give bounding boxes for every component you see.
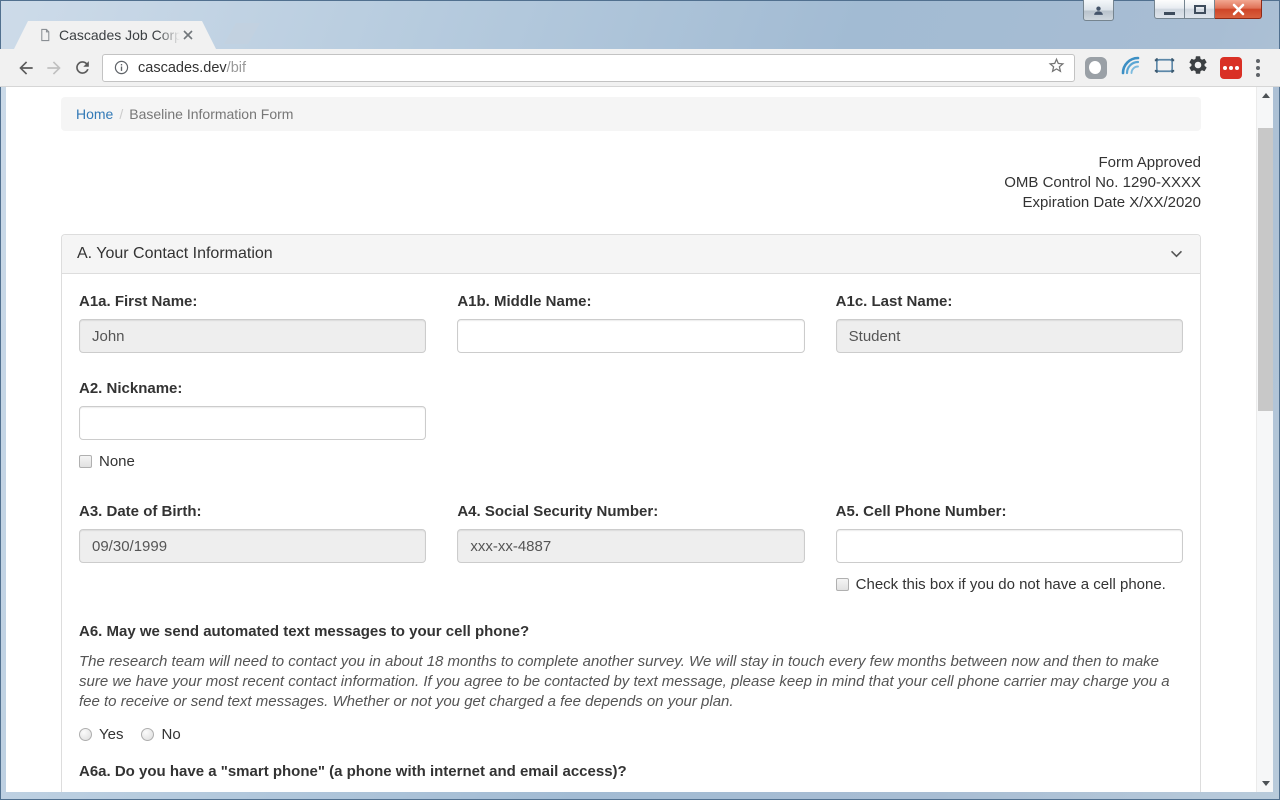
breadcrumb-separator: / — [119, 106, 124, 122]
a6-option-yes[interactable]: Yes — [79, 726, 123, 743]
panel-heading-contact-information[interactable]: A. Your Contact Information — [62, 235, 1200, 274]
radio-icon[interactable] — [141, 728, 155, 741]
scrollbar-down-arrow[interactable] — [1257, 775, 1273, 792]
ssn-input — [457, 529, 805, 563]
minimize-icon — [1164, 11, 1175, 15]
cell-phone-label: A5. Cell Phone Number: — [835, 503, 1007, 520]
dob-input — [79, 529, 427, 563]
name-fields-row: A1a. First Name: A1b. Middle Name: A1c. … — [79, 290, 1183, 353]
middle-name-input[interactable] — [457, 319, 805, 353]
person-icon — [1094, 5, 1103, 15]
contact-information-panel: A. Your Contact Information A1a. First N… — [61, 234, 1201, 792]
blue-arcs-icon[interactable] — [1118, 53, 1142, 82]
red-dots-icon[interactable] — [1220, 56, 1242, 79]
scrollbar-up-arrow[interactable] — [1257, 87, 1273, 104]
url-text[interactable]: cascades.dev/bif — [138, 60, 246, 76]
vertical-scrollbar[interactable] — [1256, 87, 1273, 792]
scrollbar-thumb[interactable] — [1258, 128, 1273, 411]
reload-button[interactable] — [68, 54, 96, 82]
no-cell-checkbox[interactable] — [835, 578, 849, 591]
close-icon — [1232, 3, 1244, 15]
breadcrumb: Home / Baseline Information Form — [61, 97, 1201, 131]
back-button[interactable] — [12, 54, 40, 82]
url-path: /bif — [226, 59, 247, 76]
radio-icon[interactable] — [79, 728, 92, 741]
no-cell-label: Check this box if you do not have a cell… — [855, 576, 1166, 593]
page-viewport: Home / Baseline Information Form Form Appr… — [6, 87, 1256, 792]
tab-close-icon[interactable] — [180, 27, 196, 43]
document-icon — [38, 27, 52, 43]
titlebar[interactable]: Cascades Job Corps — [0, 0, 1280, 49]
question-a6: A6. May we send automated text messages … — [79, 623, 1183, 743]
approval-line-2: OMB Control No. 1290-XXXX — [1004, 174, 1201, 191]
minimize-button[interactable] — [1154, 0, 1185, 19]
first-name-label: A1a. First Name: — [79, 293, 198, 310]
a6-option-no-label: No — [161, 726, 181, 743]
last-name-input — [835, 319, 1183, 353]
question-a6-note: The research team will need to contact y… — [79, 653, 1170, 710]
profile-button[interactable] — [1083, 0, 1114, 21]
browser-menu-button[interactable] — [1246, 54, 1270, 82]
a6-option-yes-label: Yes — [99, 726, 124, 743]
approval-line-1: Form Approved — [1098, 154, 1201, 171]
back-arrow-icon — [19, 60, 33, 75]
approval-line-3: Expiration Date X/XX/2020 — [1022, 194, 1201, 211]
url-host: cascades.dev — [138, 59, 227, 76]
forward-arrow-icon — [47, 60, 61, 75]
forward-button[interactable] — [40, 54, 68, 82]
question-a6a: A6a. Do you have a "smart phone" (a phon… — [79, 763, 1183, 792]
nickname-none-checkbox[interactable] — [79, 455, 92, 468]
star-icon — [1048, 57, 1065, 73]
close-button[interactable] — [1215, 0, 1262, 19]
ssn-label: A4. Social Security Number: — [457, 503, 659, 520]
moon-badge-icon[interactable] — [1085, 56, 1107, 79]
dob-ssn-cell-row: A3. Date of Birth: A4. Social Security N… — [79, 500, 1183, 593]
last-name-label: A1c. Last Name: — [835, 293, 953, 310]
question-a6-label: A6. May we send automated text messages … — [79, 623, 530, 640]
maximize-icon — [1193, 4, 1206, 14]
gear-icon[interactable] — [1187, 54, 1209, 81]
breadcrumb-current: Baseline Information Form — [129, 106, 294, 122]
a6-option-no[interactable]: No — [141, 726, 181, 743]
nickname-none-checkline: None — [79, 453, 426, 470]
new-tab-button[interactable] — [224, 23, 260, 44]
page-content: Home / Baseline Information Form Form Appr… — [6, 87, 1273, 792]
tab-title: Cascades Job Corps — [59, 27, 180, 43]
nickname-row: A2. Nickname: None — [79, 377, 1183, 470]
dob-label: A3. Date of Birth: — [79, 503, 202, 520]
nickname-none-label: None — [99, 453, 135, 470]
panel-body: A1a. First Name: A1b. Middle Name: A1c. … — [62, 274, 1200, 792]
reload-icon — [75, 61, 89, 74]
capture-frame-icon[interactable] — [1153, 54, 1176, 82]
no-cell-checkline: Check this box if you do not have a cell… — [835, 576, 1183, 593]
question-a6-options: Yes No — [79, 726, 1183, 743]
maximize-button[interactable] — [1185, 0, 1215, 19]
breadcrumb-home-link[interactable]: Home — [76, 106, 113, 122]
panel-title: A. Your Contact Information — [77, 245, 273, 262]
bookmark-star-button[interactable] — [1047, 56, 1066, 80]
navigation-toolbar: cascades.dev/bif — [0, 49, 1280, 87]
cell-phone-input[interactable] — [835, 529, 1183, 563]
nickname-input[interactable] — [79, 406, 427, 440]
first-name-input — [79, 319, 427, 353]
question-a6a-label: A6a. Do you have a "smart phone" (a phon… — [79, 763, 627, 780]
extensions-row — [1085, 53, 1242, 82]
form-approval-block: Form Approved OMB Control No. 1290-XXXX … — [61, 153, 1201, 213]
address-bar[interactable]: cascades.dev/bif — [102, 53, 1075, 82]
nickname-label: A2. Nickname: — [79, 380, 183, 397]
info-icon[interactable] — [113, 59, 130, 76]
middle-name-label: A1b. Middle Name: — [457, 293, 592, 310]
chevron-down-icon[interactable] — [1168, 246, 1185, 263]
browser-tab[interactable]: Cascades Job Corps — [14, 21, 216, 49]
browser-window: Cascades Job Corps cascades.dev/bif Home… — [0, 0, 1280, 800]
window-controls — [1154, 0, 1262, 19]
